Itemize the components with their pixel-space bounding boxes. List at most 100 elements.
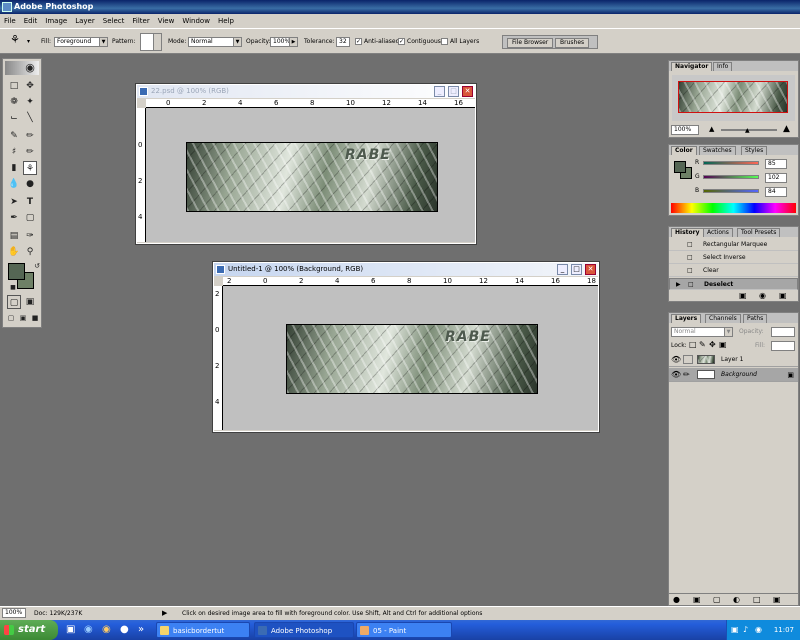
color-panel-foreground-swatch[interactable]: [674, 161, 686, 173]
notes-tool-icon[interactable]: ▤: [7, 229, 21, 243]
photoshop-eye-icon[interactable]: ◉: [23, 61, 37, 75]
tab-info[interactable]: Info: [713, 62, 733, 71]
green-slider[interactable]: [703, 175, 759, 179]
crop-tool-icon[interactable]: ⌙: [7, 111, 21, 125]
type-tool-icon[interactable]: T: [23, 195, 37, 209]
shape-tool-icon[interactable]: ▢: [23, 211, 37, 225]
minimize-button[interactable]: _: [434, 86, 445, 97]
show-desktop-icon[interactable]: ▣: [66, 624, 75, 635]
pattern-picker[interactable]: [140, 33, 162, 51]
anti-aliased-checkbox[interactable]: ✓: [355, 38, 362, 45]
banner-image[interactable]: RABE: [286, 324, 538, 394]
tab-actions[interactable]: Actions: [703, 228, 733, 237]
trash-icon[interactable]: ▣: [779, 291, 787, 300]
network-icon[interactable]: ▣: [731, 620, 739, 640]
lock-position-icon[interactable]: ✥: [709, 340, 716, 349]
marquee-tool-icon[interactable]: □: [7, 79, 21, 93]
maximize-button[interactable]: □: [448, 86, 459, 97]
menu-layer[interactable]: Layer: [71, 17, 99, 25]
status-arrow-icon[interactable]: ▶: [162, 607, 167, 620]
tab-paths[interactable]: Paths: [743, 314, 768, 323]
tab-tool-presets[interactable]: Tool Presets: [737, 228, 781, 237]
document-title-bar[interactable]: 22.psd @ 100% (RGB) _ □ ✕: [137, 85, 475, 98]
history-item-selected[interactable]: ▶ □ Deselect: [669, 278, 798, 290]
slice-tool-icon[interactable]: ╲: [23, 111, 37, 125]
default-colors-icon[interactable]: ■: [6, 281, 20, 295]
trash-icon[interactable]: ▣: [773, 595, 781, 604]
volume-icon[interactable]: ♪: [743, 620, 748, 640]
menu-filter[interactable]: Filter: [128, 17, 153, 25]
paint-bucket-icon[interactable]: ⚘: [10, 34, 20, 45]
red-slider[interactable]: [703, 161, 759, 165]
new-document-from-state-icon[interactable]: ▣: [739, 291, 747, 300]
close-button[interactable]: ✕: [462, 86, 473, 97]
canvas-area[interactable]: RABE: [146, 108, 475, 242]
menu-edit[interactable]: Edit: [20, 17, 42, 25]
screen-mode-full-icon[interactable]: ■: [28, 311, 42, 325]
tab-swatches[interactable]: Swatches: [699, 146, 736, 155]
layer-style-icon[interactable]: ●: [673, 595, 680, 604]
zoom-tool-icon[interactable]: ⚲: [23, 245, 37, 259]
eraser-tool-icon[interactable]: ▮: [7, 161, 21, 175]
navigator-preview[interactable]: [672, 75, 795, 121]
media-player-icon[interactable]: ◉: [102, 624, 111, 635]
healing-brush-tool-icon[interactable]: ✎: [7, 129, 21, 143]
layer-mask-icon[interactable]: ▣: [693, 595, 701, 604]
mode-select[interactable]: Normal ▼: [188, 37, 242, 47]
foreground-color-swatch[interactable]: [8, 263, 25, 280]
layer-row-background[interactable]: 👁 ✏ Background ▣: [669, 368, 798, 382]
camera-snapshot-icon[interactable]: ◉: [759, 291, 766, 300]
history-item[interactable]: □ Clear: [669, 265, 798, 277]
color-ramp[interactable]: [671, 203, 796, 213]
blend-mode-select[interactable]: Normal ▼: [671, 327, 733, 337]
all-layers-checkbox[interactable]: [441, 38, 448, 45]
contiguous-checkbox[interactable]: ✓: [398, 38, 405, 45]
tab-color[interactable]: Color: [671, 146, 697, 155]
messenger-icon[interactable]: ●: [120, 624, 129, 635]
menu-help[interactable]: Help: [214, 17, 238, 25]
pen-tool-icon[interactable]: ✒: [7, 211, 21, 225]
taskbar-button-photoshop[interactable]: Adobe Photoshop: [254, 622, 354, 638]
fill-select[interactable]: Foreground ▼: [54, 37, 108, 47]
history-item[interactable]: □ Select Inverse: [669, 252, 798, 264]
status-zoom-field[interactable]: 100%: [2, 608, 26, 618]
menu-select[interactable]: Select: [99, 17, 129, 25]
lock-image-icon[interactable]: ✎: [699, 340, 706, 349]
new-layer-icon[interactable]: □: [753, 595, 761, 604]
quick-launch-chevron-icon[interactable]: »: [138, 624, 144, 635]
tolerance-field[interactable]: 32: [336, 37, 350, 47]
internet-explorer-icon[interactable]: ◉: [84, 624, 93, 635]
tab-channels[interactable]: Channels: [705, 314, 741, 323]
tab-layers[interactable]: Layers: [671, 314, 702, 323]
tab-navigator[interactable]: Navigator: [671, 62, 713, 71]
dodge-tool-icon[interactable]: ●: [23, 177, 37, 191]
magic-wand-tool-icon[interactable]: ✦: [23, 95, 37, 109]
tab-brushes[interactable]: Brushes: [555, 38, 590, 48]
document-title-bar[interactable]: Untitled-1 @ 100% (Background, RGB) _ □ …: [214, 263, 598, 276]
opacity-field[interactable]: 100% ▶: [270, 37, 298, 47]
zoom-in-icon[interactable]: ▲: [783, 124, 790, 134]
layer-row-layer-1[interactable]: 👁 Layer 1: [669, 353, 798, 367]
menu-image[interactable]: Image: [41, 17, 71, 25]
brush-tool-icon[interactable]: ✏: [23, 129, 37, 143]
link-toggle[interactable]: [683, 355, 693, 364]
hand-tool-icon[interactable]: ✋: [7, 245, 21, 259]
taskbar-button-basicbordertut[interactable]: basicbordertut: [156, 622, 250, 638]
start-button[interactable]: start: [0, 620, 58, 640]
new-set-icon[interactable]: ▢: [713, 595, 721, 604]
path-selection-tool-icon[interactable]: ➤: [7, 195, 21, 209]
history-item[interactable]: □ Rectangular Marquee: [669, 239, 798, 251]
move-tool-icon[interactable]: ✥: [23, 79, 37, 93]
clone-stamp-tool-icon[interactable]: ♯: [7, 145, 21, 159]
adjustment-layer-icon[interactable]: ◐: [733, 595, 740, 604]
history-brush-tool-icon[interactable]: ✏: [23, 145, 37, 159]
layer-fill-field[interactable]: [771, 341, 795, 351]
taskbar-button-paint[interactable]: 05 - Paint: [356, 622, 452, 638]
blue-field[interactable]: 84: [765, 187, 787, 197]
banner-image[interactable]: RABE: [186, 142, 438, 212]
navigator-zoom-field[interactable]: 100%: [671, 125, 699, 135]
blur-tool-icon[interactable]: 💧: [7, 177, 21, 191]
tab-history[interactable]: History: [671, 228, 704, 237]
paint-bucket-tool-icon[interactable]: ⚘: [23, 161, 37, 175]
green-field[interactable]: 102: [765, 173, 787, 183]
